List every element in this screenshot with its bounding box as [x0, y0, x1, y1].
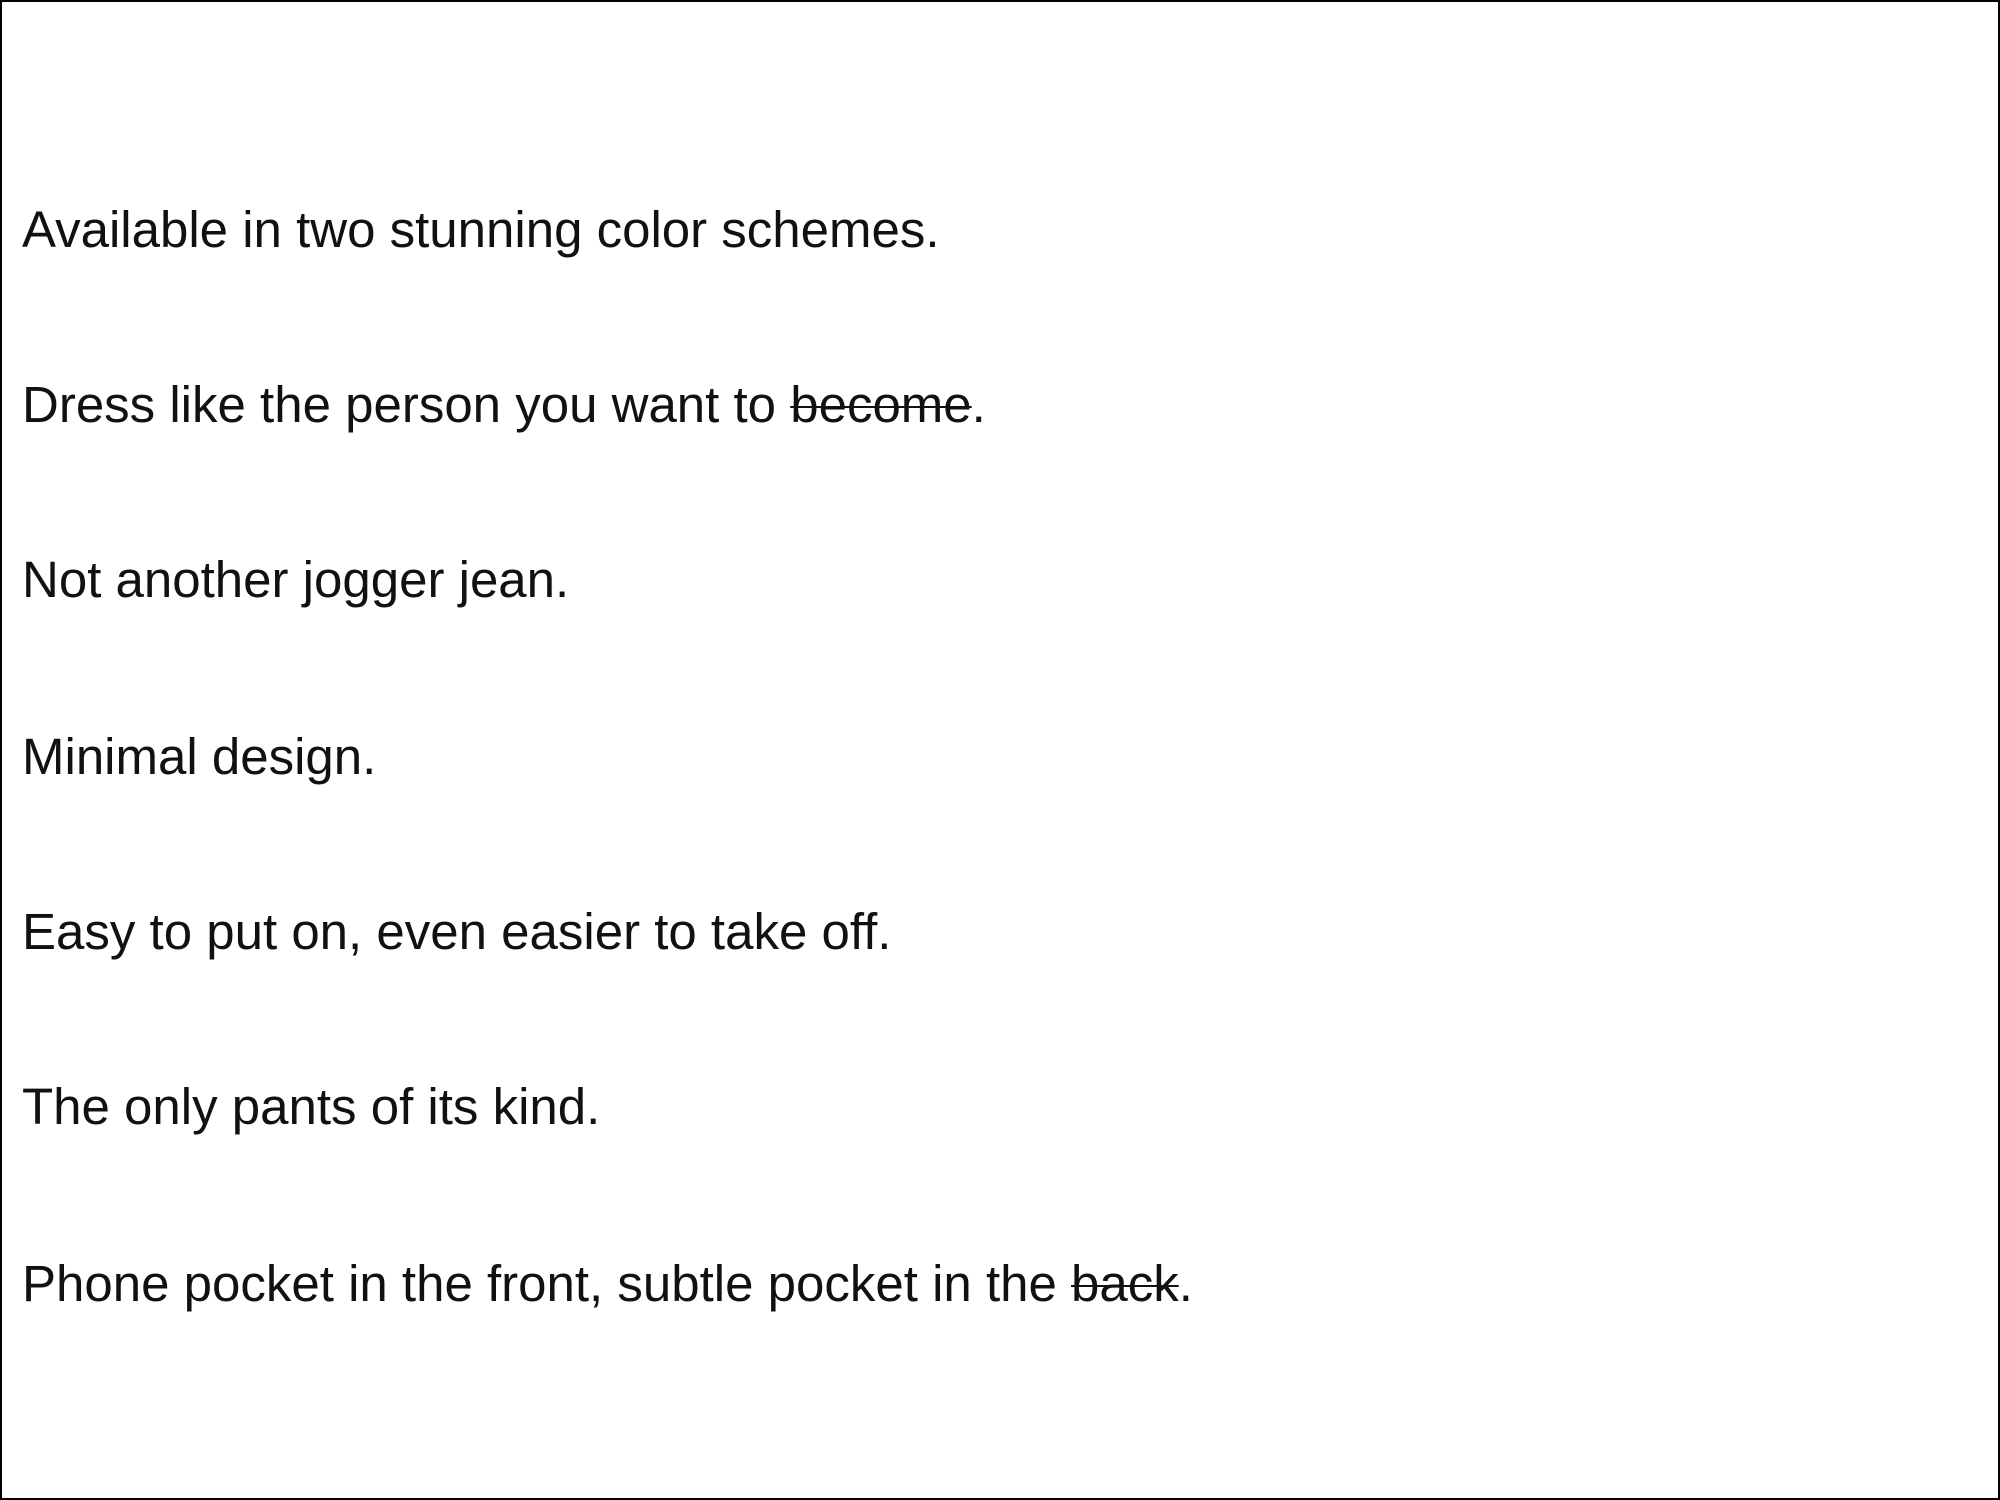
line-color-schemes: Available in two stunning color schemes.: [22, 200, 940, 260]
line-phone-pocket: Phone pocket in the front, subtle pocket…: [22, 1254, 1193, 1314]
struck-word: back: [1071, 1255, 1179, 1312]
line-punctuation: .: [971, 376, 986, 433]
line-text: Dress like the person you want to: [22, 376, 791, 433]
line-text: Easy to put on, even easier to take off.: [22, 903, 892, 960]
line-text: Phone pocket in the front, subtle pocket…: [22, 1255, 1072, 1312]
line-jogger-jean: Not another jogger jean.: [22, 550, 569, 610]
line-text: Available in two stunning color schemes.: [22, 201, 940, 258]
line-text: Minimal design.: [22, 728, 377, 785]
document-page: Available in two stunning color schemes.…: [0, 0, 2000, 1500]
line-punctuation: .: [1178, 1255, 1193, 1312]
line-dress-like: Dress like the person you want to become…: [22, 375, 986, 435]
line-easy-to-put-on: Easy to put on, even easier to take off.: [22, 902, 891, 962]
line-text: The only pants of its kind.: [22, 1078, 601, 1135]
line-only-pants: The only pants of its kind.: [22, 1077, 600, 1137]
struck-word: become: [790, 376, 972, 433]
line-minimal-design: Minimal design.: [22, 727, 376, 787]
line-text: Not another jogger jean.: [22, 551, 570, 608]
